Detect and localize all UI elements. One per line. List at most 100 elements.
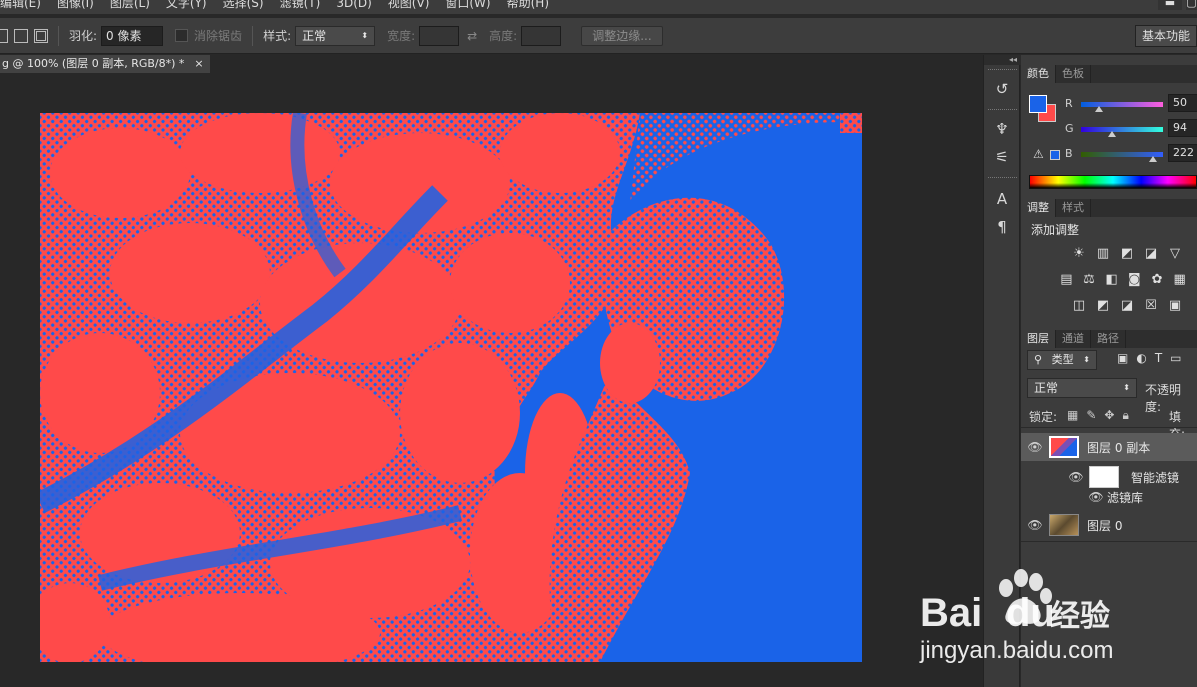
red-thumb[interactable] (1095, 106, 1103, 112)
menu-image[interactable]: 图像(I) (49, 0, 102, 9)
paragraph-icon[interactable]: ¶ (992, 217, 1012, 237)
height-input[interactable] (521, 25, 562, 46)
antialias-checkbox[interactable] (175, 29, 189, 42)
black-white-icon[interactable]: ◧ (1102, 271, 1121, 289)
lock-label: 锁定: (1029, 410, 1058, 424)
adjustment-filter-icon[interactable]: ◐ (1136, 351, 1146, 365)
panel-icon-strip: ◂◂ ↺ ♆ ⚟ A ¶ (983, 55, 1021, 687)
grip-handle[interactable] (988, 69, 1017, 73)
layer-row-base[interactable]: 👁︎ 图层 0 (1021, 511, 1197, 539)
red-value[interactable]: 50 (1168, 94, 1197, 112)
subtract-selection-icon[interactable] (34, 28, 48, 43)
lock-pixels-icon[interactable]: ✎ (1086, 408, 1096, 423)
grip-handle[interactable] (988, 109, 1017, 113)
menu-3d[interactable]: 3D(D) (328, 0, 379, 9)
gradient-map-icon[interactable]: ▣ (1165, 297, 1185, 315)
menu-edit[interactable]: 编辑(E) (0, 0, 49, 9)
color-lookup-icon[interactable]: ▦ (1170, 271, 1189, 289)
gamut-warning-icon[interactable]: ⚠ (1033, 147, 1044, 161)
brush-settings-icon[interactable]: ⚟ (992, 147, 1012, 167)
close-icon[interactable]: × (194, 55, 203, 73)
new-selection-icon[interactable] (0, 28, 8, 43)
posterize-icon[interactable]: ◩ (1093, 297, 1113, 315)
photo-filter-icon[interactable]: ◙ (1125, 271, 1144, 289)
brightness-contrast-icon[interactable]: ☀ (1069, 245, 1089, 263)
restore-button[interactable]: ▢ (1186, 0, 1197, 10)
channel-mixer-icon[interactable]: ✿ (1148, 271, 1167, 289)
menu-help[interactable]: 帮助(H) (499, 0, 557, 9)
layer-thumbnail (1049, 436, 1079, 458)
green-track[interactable] (1081, 127, 1163, 132)
tab-styles[interactable]: 样式 (1056, 199, 1091, 217)
grip-handle[interactable] (988, 177, 1017, 181)
workspace-button[interactable]: 基本功能 (1134, 25, 1197, 47)
blue-thumb[interactable] (1149, 156, 1157, 162)
feather-input[interactable]: 0 像素 (101, 25, 164, 46)
menu-layer[interactable]: 图层(L) (102, 0, 158, 9)
menu-filter[interactable]: 滤镜(T) (272, 0, 329, 9)
menu-type[interactable]: 文字(Y) (158, 0, 215, 9)
eye-icon[interactable]: 👁︎ (1021, 440, 1049, 454)
invert-icon[interactable]: ◫ (1069, 297, 1089, 315)
tab-color[interactable]: 颜色 (1021, 65, 1056, 83)
web-color-swatch[interactable] (1050, 150, 1060, 160)
eye-icon[interactable]: 👁︎ (1085, 490, 1107, 504)
width-input[interactable] (419, 25, 460, 46)
threshold-icon[interactable]: ◪ (1117, 297, 1137, 315)
divider (252, 25, 254, 46)
style-select[interactable]: 正常 ⬍ (295, 25, 376, 46)
menu-select[interactable]: 选择(S) (215, 0, 272, 9)
eye-icon[interactable]: 👁︎ (1021, 518, 1049, 532)
foreground-color-swatch[interactable] (1029, 95, 1047, 113)
blue-slider[interactable]: B 222 (1065, 144, 1197, 165)
canvas-area[interactable] (0, 73, 980, 687)
layer-name: 图层 0 副本 (1087, 440, 1151, 455)
search-icon: ⚲ (1034, 353, 1043, 366)
document-canvas[interactable] (40, 113, 862, 662)
menu-view[interactable]: 视图(V) (380, 0, 438, 9)
blue-value[interactable]: 222 (1168, 144, 1197, 162)
tab-paths[interactable]: 路径 (1091, 330, 1126, 348)
layer-filter-select[interactable]: ⚲ 类型 ⬍ (1027, 350, 1097, 370)
tab-channels[interactable]: 通道 (1056, 330, 1091, 348)
collapse-arrows-icon[interactable]: ◂◂ (984, 55, 1021, 65)
color-spectrum[interactable] (1029, 175, 1197, 189)
layer-row-copy[interactable]: 👁︎ 图层 0 副本 (1021, 433, 1197, 461)
minimize-button[interactable]: ▬ (1158, 0, 1182, 10)
blend-mode-select[interactable]: 正常 ⬍ (1027, 378, 1137, 398)
green-value[interactable]: 94 (1168, 119, 1197, 137)
lock-transparent-icon[interactable]: ▦ (1067, 408, 1078, 423)
red-slider[interactable]: R 50 (1065, 94, 1197, 115)
add-selection-icon[interactable] (14, 28, 28, 43)
red-track[interactable] (1081, 102, 1163, 107)
exposure-icon[interactable]: ◪ (1141, 245, 1161, 263)
color-balance-icon[interactable]: ⚖ (1080, 271, 1099, 289)
lock-all-icon[interactable]: 🔒︎ (1122, 408, 1128, 423)
shape-filter-icon[interactable]: ▭ (1170, 351, 1181, 365)
history-icon[interactable]: ↺ (992, 79, 1012, 99)
type-filter-icon[interactable]: T (1155, 351, 1162, 365)
selective-color-icon[interactable]: ☒ (1141, 297, 1161, 315)
menu-window[interactable]: 窗口(W) (437, 0, 498, 9)
pixel-filter-icon[interactable]: ▣ (1117, 351, 1128, 365)
curves-icon[interactable]: ◩ (1117, 245, 1137, 263)
layer-row-filter-gallery[interactable]: 👁︎ 滤镜库 (1021, 487, 1197, 507)
tab-layers[interactable]: 图层 (1021, 330, 1056, 348)
tab-adjustments[interactable]: 调整 (1021, 199, 1056, 217)
eye-icon[interactable]: 👁︎ (1063, 470, 1089, 484)
levels-icon[interactable]: ▥ (1093, 245, 1113, 263)
hue-saturation-icon[interactable]: ▤ (1057, 271, 1076, 289)
green-slider[interactable]: G 94 (1065, 119, 1197, 140)
style-value: 正常 (302, 28, 327, 43)
swap-icon[interactable]: ⇄ (467, 29, 481, 43)
lock-position-icon[interactable]: ✥ (1104, 408, 1114, 423)
style-label: 样式: (263, 29, 292, 43)
refine-edge-button[interactable]: 调整边缘... (581, 25, 663, 46)
green-thumb[interactable] (1108, 131, 1116, 137)
tab-swatches[interactable]: 色板 (1056, 65, 1091, 83)
height-label: 高度: (489, 29, 518, 43)
brush-presets-icon[interactable]: ♆ (992, 119, 1012, 139)
vibrance-icon[interactable]: ▽ (1165, 245, 1185, 263)
character-icon[interactable]: A (992, 189, 1012, 209)
document-tab[interactable]: g @ 100% (图层 0 副本, RGB/8*) * × (0, 55, 210, 73)
